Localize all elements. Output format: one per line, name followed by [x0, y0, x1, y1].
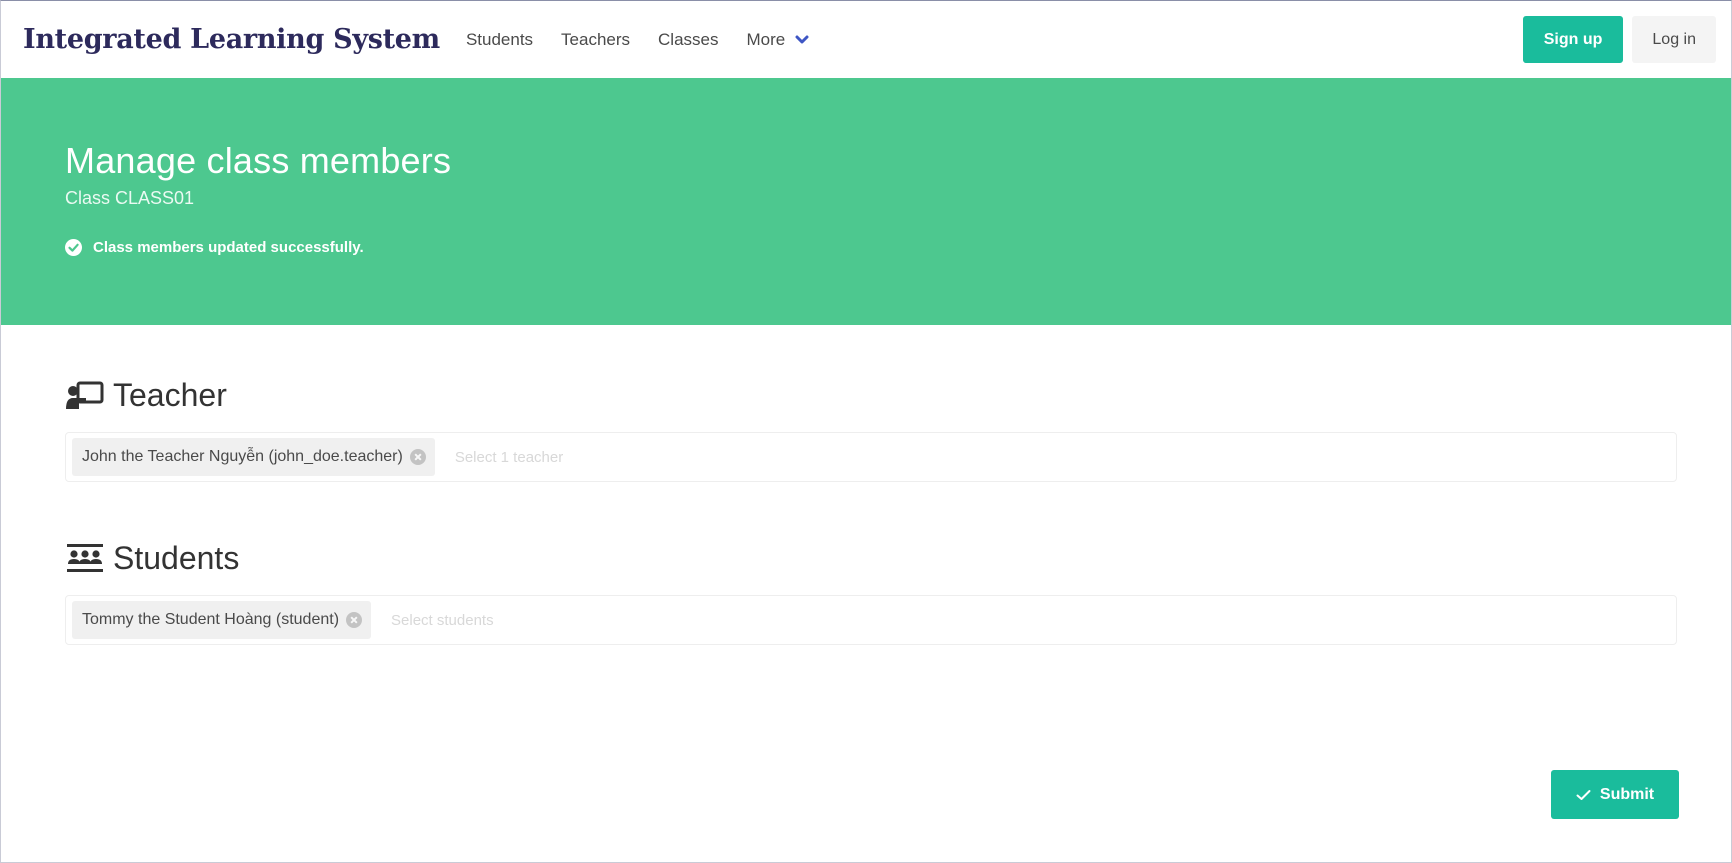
selected-student-label: Tommy the Student Hoàng (student): [82, 611, 340, 628]
page-subtitle: Class CLASS01: [65, 188, 195, 208]
success-message: Class members updated successfully.: [65, 239, 1731, 256]
nav-link-students[interactable]: Students: [466, 30, 533, 50]
selected-teacher-tag: John the Teacher Nguyễn (john_doe.teache…: [72, 438, 435, 476]
teacher-section: Teacher John the Teacher Nguyễn (john_do…: [65, 377, 1677, 482]
hero-banner: Manage class members Class CLASS01 Class…: [1, 78, 1731, 325]
nav-more-label: More: [746, 29, 786, 49]
students-select[interactable]: Tommy the Student Hoàng (student): [65, 595, 1677, 645]
nav-more-dropdown[interactable]: More: [747, 30, 810, 50]
app-frame: Integrated Learning System Students Teac…: [0, 0, 1732, 863]
chevron-down-icon: [795, 35, 809, 43]
chalkboard-teacher-icon: [66, 381, 104, 409]
nav-actions: Sign up Log in: [1522, 16, 1716, 63]
teacher-select[interactable]: John the Teacher Nguyễn (john_doe.teache…: [65, 432, 1677, 482]
check-icon: [1576, 789, 1591, 800]
remove-student-icon[interactable]: [346, 612, 363, 628]
selected-teacher-label: John the Teacher Nguyễn (john_doe.teache…: [82, 448, 403, 465]
students-heading: Students: [65, 540, 1677, 577]
students-section: Students Tommy the Student Hoàng (studen…: [65, 540, 1677, 645]
check-circle-icon: [65, 239, 82, 256]
submit-label: Submit: [1599, 785, 1655, 803]
success-message-text: Class members updated successfully.: [93, 239, 364, 256]
page-title: Manage class members: [65, 140, 452, 181]
teacher-heading-label: Teacher: [113, 377, 227, 413]
brand-logo[interactable]: Integrated Learning System: [23, 24, 440, 55]
nav-links: Students Teachers Classes More: [466, 30, 809, 50]
teacher-search-input[interactable]: [454, 448, 855, 466]
students-heading-label: Students: [113, 540, 240, 576]
nav-link-classes[interactable]: Classes: [658, 30, 718, 50]
selected-student-tag: Tommy the Student Hoàng (student): [72, 601, 372, 639]
signup-button[interactable]: Sign up: [1522, 16, 1624, 63]
login-button[interactable]: Log in: [1632, 16, 1716, 63]
students-search-input[interactable]: [391, 611, 792, 629]
nav-link-teachers[interactable]: Teachers: [561, 30, 630, 50]
navbar: Integrated Learning System Students Teac…: [1, 1, 1731, 78]
submit-button[interactable]: Submit: [1551, 770, 1679, 819]
teacher-heading: Teacher: [65, 377, 1677, 414]
users-class-icon: [67, 543, 103, 572]
remove-teacher-icon[interactable]: [409, 449, 426, 465]
